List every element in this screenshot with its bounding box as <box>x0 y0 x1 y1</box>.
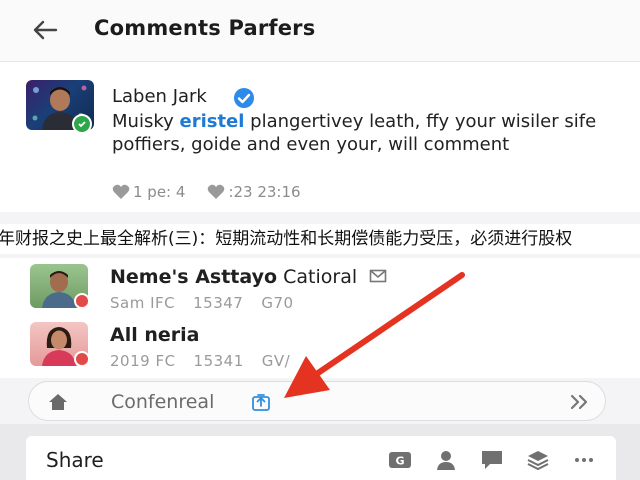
comment-input-bar[interactable] <box>28 381 606 421</box>
comment-button[interactable] <box>478 448 506 472</box>
reply-author-bold: All neria <box>110 324 200 346</box>
heart-icon <box>208 184 225 199</box>
comment-input[interactable] <box>111 391 271 413</box>
top-bar: Comments Parfers <box>0 0 640 62</box>
reply-author[interactable]: All neria <box>110 324 199 346</box>
stack-button[interactable] <box>524 448 552 472</box>
avatar[interactable] <box>30 264 88 308</box>
share-icons: G <box>368 448 598 472</box>
avatar[interactable] <box>30 322 88 366</box>
screen: Comments Parfers Laben Jark Muisky erist… <box>0 0 640 480</box>
heart-icon <box>112 184 130 199</box>
status-badge <box>74 351 88 366</box>
verified-icon <box>234 88 254 108</box>
back-button[interactable] <box>28 14 62 46</box>
reply-author[interactable]: Neme's Asttayo Catioral <box>110 266 387 288</box>
more-icon <box>575 458 593 462</box>
reply-list: Neme's Asttayo Catioral Sam IFC 15347 G70 <box>0 258 640 378</box>
comment-text-start: Muisky <box>112 111 180 132</box>
list-item[interactable]: All neria 2019 FC 15341 GV/ <box>0 318 640 376</box>
comment-text: Muisky eristel plangertivey leath, ffy y… <box>112 110 622 156</box>
layers-icon <box>527 451 549 471</box>
reply-author-rest: Catioral <box>277 266 358 288</box>
more-button[interactable] <box>570 448 598 472</box>
comment-card: Laben Jark Muisky eristel plangertivey l… <box>0 62 640 212</box>
double-chevron-right-icon[interactable] <box>569 393 591 411</box>
g-button[interactable]: G <box>386 448 414 472</box>
meta-number: 15347 <box>193 294 244 312</box>
heart-stat[interactable]: :23 23:16 <box>207 183 301 201</box>
page-title: Comments Parfers <box>94 16 316 40</box>
share-area: Share G <box>0 424 640 480</box>
g-icon: G <box>389 452 411 468</box>
mail-icon <box>369 269 387 283</box>
person-icon <box>437 451 455 470</box>
reply-meta: Sam IFC 15347 G70 <box>110 294 294 312</box>
online-badge <box>72 114 92 134</box>
comment-stats: 1 pe: 4 :23 23:16 <box>112 181 323 203</box>
heart-count: :23 23:16 <box>228 183 301 201</box>
mention-link[interactable]: eristel <box>179 111 244 132</box>
headline-banner: 年财报之史上最全解析(三)：短期流动性和长期偿债能力受压，必须进行股权 <box>0 224 640 254</box>
comment-author-name[interactable]: Laben Jark <box>112 86 207 107</box>
person-button[interactable] <box>432 448 460 472</box>
like-count: 1 pe: 4 <box>133 183 186 201</box>
meta-team: 2019 FC <box>110 352 176 370</box>
meta-code: G70 <box>261 294 294 312</box>
status-badge <box>74 293 88 308</box>
reply-meta: 2019 FC 15341 GV/ <box>110 352 290 370</box>
upload-icon[interactable] <box>251 392 271 412</box>
chat-icon <box>482 451 502 469</box>
meta-team: Sam IFC <box>110 294 176 312</box>
meta-code: GV/ <box>261 352 291 370</box>
like-stat[interactable]: 1 pe: 4 <box>112 183 185 201</box>
reply-author-bold: Neme's Asttayo <box>110 266 278 288</box>
svg-text:G: G <box>395 455 404 468</box>
home-icon[interactable] <box>47 392 69 412</box>
meta-number: 15341 <box>193 352 244 370</box>
share-bar: Share G <box>26 436 616 480</box>
back-arrow-icon <box>33 20 58 40</box>
banner-text: 年财报之史上最全解析(三)：短期流动性和长期偿债能力受压，必须进行股权 <box>0 229 573 249</box>
share-label: Share <box>46 448 104 472</box>
list-item[interactable]: Neme's Asttayo Catioral Sam IFC 15347 G70 <box>0 258 640 316</box>
